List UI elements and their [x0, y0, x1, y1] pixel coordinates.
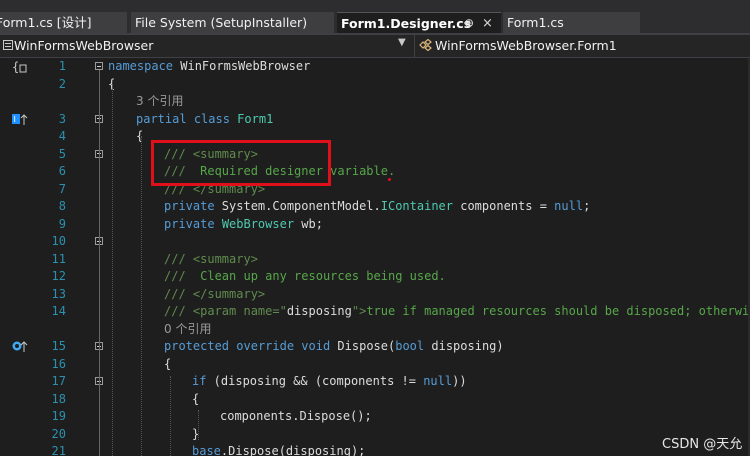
code-text[interactable]: {	[192, 391, 199, 409]
code-text[interactable]: private WebBrowser wb;	[164, 216, 323, 234]
code-text[interactable]: /// <summary>	[164, 251, 258, 269]
line-number: 2	[58, 76, 66, 91]
tab-form1-designer-cs[interactable]: Form1.Designer.cs ⊕ ×	[337, 12, 501, 33]
line-number: 3	[58, 111, 66, 126]
tab-strip: Form1.cs [设计] File System (SetupInstalle…	[0, 0, 750, 33]
tab-label: Form1.cs	[507, 15, 564, 30]
reference-count[interactable]: 0 个引用	[164, 321, 211, 339]
line-number: 18	[51, 391, 66, 406]
line-number: 14	[51, 304, 66, 318]
tab-form1-designer-view[interactable]: Form1.cs [设计]	[0, 12, 127, 33]
override-icon[interactable]	[12, 340, 28, 354]
line-number: 5	[58, 146, 66, 161]
svg-text:I: I	[14, 115, 16, 124]
tab-file-system[interactable]: File System (SetupInstaller)	[131, 12, 334, 33]
line-number: 13	[51, 286, 66, 301]
code-line[interactable]: 1 { namespace WinFormsWebBrowser	[0, 58, 750, 76]
code-text[interactable]: base.Dispose(disposing);	[192, 443, 365, 456]
code-text[interactable]: /// <param name="disposing">true if mana…	[164, 303, 750, 321]
svg-text:{: {	[12, 60, 19, 74]
line-number: 7	[58, 181, 66, 196]
navigation-bar: WinFormsWebBrowser ▼ WinFormsWebBrowser.…	[0, 35, 750, 58]
indent-guide	[141, 136, 142, 456]
code-text[interactable]: partial class Form1	[136, 111, 273, 129]
code-text[interactable]: if (disposing && (components != null))	[192, 373, 467, 391]
line-number: 1	[58, 59, 66, 73]
close-icon[interactable]: ×	[482, 13, 493, 33]
line-number: 12	[51, 269, 66, 283]
line-number: 19	[51, 409, 66, 423]
code-text[interactable]: {	[164, 356, 171, 374]
code-text[interactable]: /// Clean up any resources being used.	[164, 268, 446, 286]
code-text[interactable]: private System.ComponentModel.IContainer…	[164, 198, 590, 216]
implements-icon[interactable]: I	[12, 113, 28, 127]
pin-icon[interactable]: ⊕	[464, 13, 474, 33]
tab-label: Form1.cs [设计]	[0, 15, 92, 30]
line-number: 8	[58, 199, 66, 213]
reference-count[interactable]: 3 个引用	[136, 93, 183, 111]
line-number: 16	[51, 356, 66, 371]
annotation-highlight-box	[151, 140, 331, 186]
indent-guide	[198, 410, 199, 440]
tab-form1-cs[interactable]: Form1.cs	[503, 12, 640, 33]
type-name: WinFormsWebBrowser.Form1	[435, 38, 617, 53]
tab-label: File System (SetupInstaller)	[135, 15, 308, 30]
chevron-down-icon[interactable]: ▼	[398, 37, 406, 48]
line-number: 6	[58, 164, 66, 178]
annotation-dot	[388, 178, 391, 181]
class-icon	[419, 39, 432, 51]
line-number: 11	[51, 251, 66, 266]
fold-outline	[99, 156, 100, 184]
fold-outline	[99, 244, 100, 302]
type-dropdown[interactable]: WinFormsWebBrowser.Form1	[414, 35, 750, 57]
code-text[interactable]: {	[136, 128, 143, 146]
code-text[interactable]: components.Dispose();	[220, 408, 372, 426]
line-number: 20	[51, 426, 66, 441]
line-number: 17	[51, 374, 66, 388]
indent-guide	[170, 376, 171, 456]
line-number: 21	[51, 444, 66, 456]
indent-guide	[112, 84, 113, 456]
tab-label: Form1.Designer.cs	[341, 16, 472, 31]
project-name: WinFormsWebBrowser	[14, 38, 154, 53]
watermark: CSDN @天允	[662, 437, 743, 452]
fold-outline	[99, 348, 100, 456]
line-number: 4	[58, 129, 66, 143]
code-text[interactable]: protected override void Dispose(bool dis…	[164, 338, 504, 356]
code-text[interactable]: /// </summary>	[164, 286, 265, 304]
code-text[interactable]: namespace WinFormsWebBrowser	[108, 58, 310, 76]
csharp-project-icon	[3, 40, 13, 50]
code-editor[interactable]: 1 { namespace WinFormsWebBrowser 2 {3 个引用 3 Ip…	[0, 58, 750, 456]
line-number: 9	[58, 216, 66, 231]
navigate-icon[interactable]: {	[12, 60, 28, 74]
collapse-icon[interactable]	[95, 62, 103, 70]
line-number: 15	[51, 339, 66, 353]
project-dropdown[interactable]: WinFormsWebBrowser ▼	[0, 35, 410, 57]
line-number: 10	[51, 234, 66, 248]
